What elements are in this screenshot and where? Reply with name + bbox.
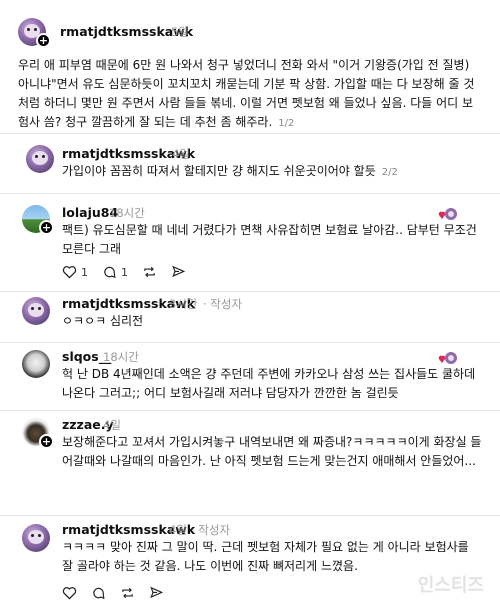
heart-icon (62, 266, 77, 279)
reply-actions (62, 586, 178, 600)
share-icon (172, 265, 186, 278)
avatar[interactable] (26, 145, 54, 173)
reply-text: 보장해준다고 꼬셔서 가입시켜놓구 내역보내면 왜 짜증내?ㅋㅋㅋㅋㅋ이게 화장… (62, 435, 482, 468)
follow-plus-icon[interactable]: + (39, 434, 54, 449)
post2-body: 가입이야 꼼꼼히 따져서 할테지만 걍 해지도 쉬운곳이어야 할듯 2/2 (62, 162, 482, 182)
reply-time: 4일 (169, 523, 187, 537)
post-time: 5일 (171, 25, 189, 39)
share-button[interactable] (149, 586, 164, 600)
comment-button[interactable]: 1 (102, 265, 128, 279)
reply-text: 헉 난 DB 4년째인데 소액은 걍 주던데 주변에 카카오나 삼성 쓰는 집사… (62, 367, 476, 400)
repost-icon (144, 266, 155, 278)
author-tag: · 작성자 (191, 523, 231, 537)
divider (0, 515, 500, 516)
divider (0, 133, 500, 134)
post-pager: 1/2 (278, 118, 295, 129)
avatar[interactable] (22, 524, 50, 552)
reply-actions: 1 1 (62, 265, 200, 279)
share-button[interactable] (171, 265, 186, 279)
repost-button[interactable] (120, 586, 135, 600)
comment-icon (104, 266, 116, 279)
like-button[interactable] (62, 586, 77, 600)
reply-text: ㅇㅋㅇㅋ 심리전 (62, 314, 144, 328)
share-icon (150, 586, 164, 599)
reply-time: 4일 (103, 418, 121, 432)
author-tag: · 작성자 (203, 297, 243, 311)
avatar[interactable] (22, 350, 50, 378)
heart-icon (62, 587, 77, 600)
post2-text: 가입이야 꼼꼼히 따져서 할테지만 걍 해지도 쉬운곳이어야 할듯 (62, 164, 376, 178)
reply-text: 팩트) 유도심문할 때 네네 거렸다가 면책 사유잡히면 보험료 날아감.. 담… (62, 223, 477, 256)
watermark: 인스티즈 (417, 575, 484, 596)
reply-time: 18시간 (109, 206, 145, 220)
divider (0, 410, 500, 411)
post-body: 우리 애 피부염 때문에 6만 원 나와서 청구 넣었더니 전화 와서 "이거 … (18, 56, 484, 133)
post-text: 우리 애 피부염 때문에 6만 원 나와서 청구 넣었더니 전화 와서 "이거 … (18, 58, 475, 129)
follow-plus-icon[interactable]: + (36, 33, 51, 48)
follow-plus-icon[interactable]: + (39, 220, 54, 235)
repost-button[interactable] (142, 265, 157, 279)
comment-count: 1 (121, 265, 128, 279)
repost-icon (122, 587, 133, 599)
reply-time: 3시간 (169, 297, 198, 311)
divider (0, 342, 500, 343)
divider (0, 291, 500, 292)
comment-button[interactable] (91, 586, 106, 600)
avatar[interactable] (22, 297, 50, 325)
reply-time: 18시간 (103, 350, 139, 364)
divider (0, 193, 500, 194)
comment-icon (93, 587, 105, 600)
like-count: 1 (81, 265, 88, 279)
like-button[interactable]: 1 (62, 265, 88, 279)
post2-time: 4일 (172, 147, 190, 161)
post2-pager: 2/2 (381, 167, 398, 178)
